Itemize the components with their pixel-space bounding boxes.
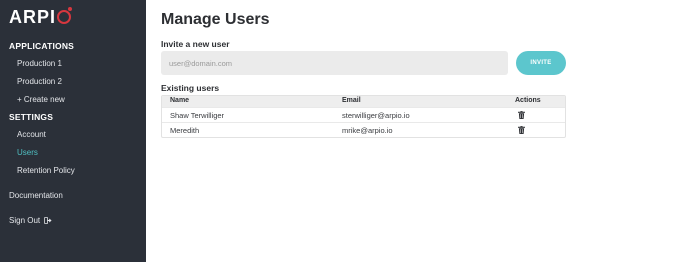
header-email: Email [342, 97, 361, 104]
table-row: Meredith mrike@arpio.io [162, 122, 565, 137]
signout-label: Sign Out [9, 216, 41, 225]
arpio-logo[interactable]: ARPI [9, 6, 73, 27]
user-name: Meredith [170, 126, 200, 135]
sidebar-item-users[interactable]: Users [17, 148, 38, 157]
table-row: Shaw Terwilliger sterwilliger@arpio.io [162, 107, 565, 122]
signout-icon [44, 217, 52, 224]
sidebar: ARPI APPLICATIONS Production 1 Productio… [0, 0, 146, 262]
logo-ring-icon [57, 7, 73, 24]
logo-text: ARPI [9, 6, 57, 27]
existing-users-heading: Existing users [161, 83, 220, 93]
applications-heading: APPLICATIONS [9, 41, 75, 51]
invite-email-input[interactable] [161, 51, 508, 75]
sidebar-item-production-1[interactable]: Production 1 [17, 59, 62, 68]
user-email: sterwilliger@arpio.io [342, 111, 410, 120]
sidebar-item-create-new[interactable]: + Create new [17, 95, 65, 104]
trash-icon[interactable] [518, 126, 525, 134]
header-actions: Actions [515, 97, 541, 104]
page-title: Manage Users [161, 11, 270, 28]
user-email: mrike@arpio.io [342, 126, 393, 135]
sidebar-item-account[interactable]: Account [17, 130, 46, 139]
trash-icon[interactable] [518, 111, 525, 119]
invite-button[interactable]: INVITE [516, 51, 566, 75]
signout-link[interactable]: Sign Out [9, 216, 52, 225]
users-table: Name Email Actions Shaw Terwilliger ster… [161, 95, 566, 138]
sidebar-item-retention-policy[interactable]: Retention Policy [17, 166, 75, 175]
documentation-label: Documentation [9, 191, 63, 200]
sidebar-item-documentation[interactable]: Documentation [9, 191, 63, 200]
table-header: Name Email Actions [162, 96, 565, 107]
sidebar-item-production-2[interactable]: Production 2 [17, 77, 62, 86]
header-name: Name [170, 97, 190, 104]
invite-heading: Invite a new user [161, 39, 230, 49]
user-name: Shaw Terwilliger [170, 111, 225, 120]
settings-heading: SETTINGS [9, 112, 54, 122]
